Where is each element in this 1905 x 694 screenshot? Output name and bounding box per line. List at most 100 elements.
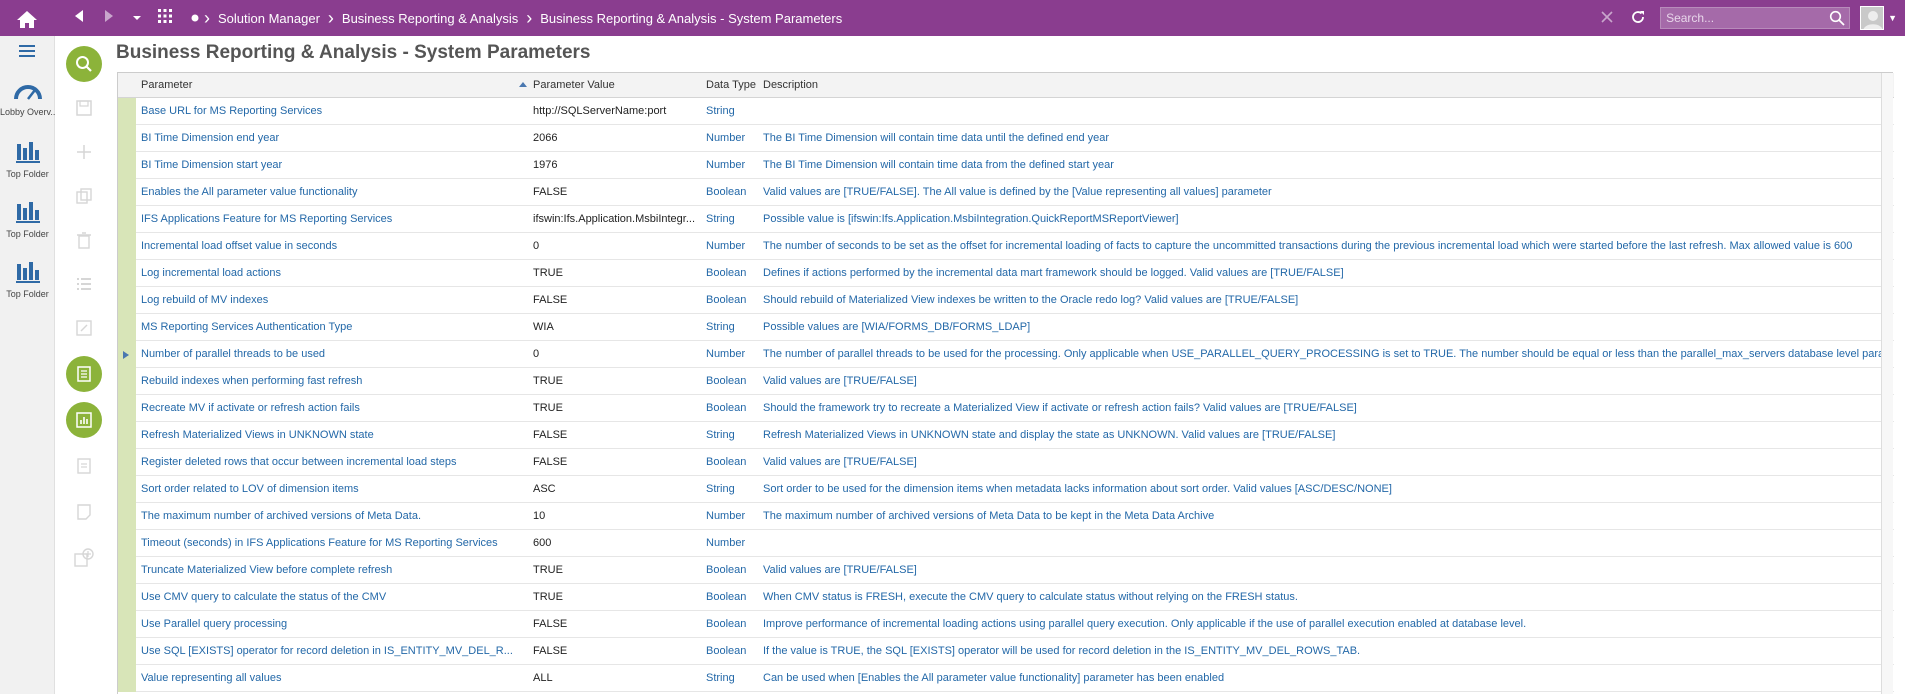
row-selector[interactable] xyxy=(118,314,136,341)
cell-parameter[interactable]: Rebuild indexes when performing fast ref… xyxy=(141,368,531,395)
table-row[interactable]: Register deleted rows that occur between… xyxy=(118,449,1894,476)
table-row[interactable]: The maximum number of archived versions … xyxy=(118,503,1894,530)
cell-parameter[interactable]: Use Parallel query processing xyxy=(141,611,531,638)
table-row[interactable]: BI Time Dimension end year 2066 Number The … xyxy=(118,125,1894,152)
row-selector[interactable] xyxy=(118,530,136,557)
search-icon[interactable] xyxy=(1829,10,1845,29)
details-tool-button[interactable] xyxy=(66,356,102,392)
table-row[interactable]: Base URL for MS Reporting Services http:/… xyxy=(118,98,1894,125)
chevron-down-icon[interactable]: ▼ xyxy=(1888,13,1897,23)
cell-parameter[interactable]: Incremental load offset value in seconds xyxy=(141,233,531,260)
row-selector[interactable] xyxy=(118,665,136,692)
list-icon[interactable] xyxy=(66,266,102,302)
column-header-parameter-value[interactable]: Parameter Value xyxy=(533,73,615,98)
column-header-data-type[interactable]: Data Type xyxy=(706,73,756,98)
row-selector[interactable] xyxy=(118,395,136,422)
row-selector[interactable] xyxy=(118,206,136,233)
table-row[interactable]: Incremental load offset value in seconds… xyxy=(118,233,1894,260)
table-row[interactable]: Enables the All parameter value function… xyxy=(118,179,1894,206)
cell-parameter[interactable]: IFS Applications Feature for MS Reportin… xyxy=(141,206,531,233)
sidebar-item-top-folder[interactable]: Top Folder xyxy=(0,200,55,239)
history-dropdown-icon[interactable] xyxy=(126,9,148,27)
row-selector[interactable] xyxy=(118,611,136,638)
table-row[interactable]: Recreate MV if activate or refresh actio… xyxy=(118,395,1894,422)
table-row[interactable]: IFS Applications Feature for MS Reportin… xyxy=(118,206,1894,233)
row-selector[interactable] xyxy=(118,503,136,530)
add-favorite-icon[interactable] xyxy=(66,540,102,576)
analysis-tool-button[interactable] xyxy=(66,402,102,438)
table-row[interactable]: Use CMV query to calculate the status of… xyxy=(118,584,1894,611)
cell-parameter[interactable]: Truncate Materialized View before comple… xyxy=(141,557,531,584)
home-icon[interactable] xyxy=(14,8,40,30)
table-row[interactable]: Rebuild indexes when performing fast ref… xyxy=(118,368,1894,395)
sidebar-item-top-folder[interactable]: Top Folder xyxy=(0,140,55,179)
add-icon[interactable] xyxy=(66,134,102,170)
cell-parameter[interactable]: Value representing all values xyxy=(141,665,531,692)
cell-parameter[interactable]: Recreate MV if activate or refresh actio… xyxy=(141,395,531,422)
breadcrumb-item[interactable]: Solution Manager xyxy=(218,11,320,26)
cell-parameter[interactable]: Sort order related to LOV of dimension i… xyxy=(141,476,531,503)
row-selector[interactable] xyxy=(118,98,136,125)
cell-parameter[interactable]: Timeout (seconds) in IFS Applications Fe… xyxy=(141,530,531,557)
row-selector[interactable] xyxy=(118,422,136,449)
row-selector[interactable] xyxy=(118,152,136,179)
table-row[interactable]: Number of parallel threads to be used 0 Nu… xyxy=(118,341,1894,368)
row-selector[interactable] xyxy=(118,557,136,584)
breadcrumb-item[interactable]: Business Reporting & Analysis xyxy=(342,11,518,26)
delete-icon[interactable] xyxy=(66,222,102,258)
table-row[interactable]: Refresh Materialized Views in UNKNOWN st… xyxy=(118,422,1894,449)
column-header-description[interactable]: Description xyxy=(763,73,818,98)
table-row[interactable]: Use Parallel query processing FALSE Boolea… xyxy=(118,611,1894,638)
apps-grid-icon[interactable] xyxy=(154,8,176,29)
cell-parameter[interactable]: Log rebuild of MV indexes xyxy=(141,287,531,314)
avatar[interactable] xyxy=(1860,6,1885,30)
table-row[interactable]: Sort order related to LOV of dimension i… xyxy=(118,476,1894,503)
duplicate-icon[interactable] xyxy=(66,178,102,214)
table-row[interactable]: Use SQL [EXISTS] operator for record del… xyxy=(118,638,1894,665)
search-input[interactable] xyxy=(1661,8,1822,28)
back-icon[interactable] xyxy=(68,9,90,28)
row-selector[interactable] xyxy=(118,125,136,152)
row-selector[interactable] xyxy=(118,449,136,476)
breadcrumb-item[interactable]: Business Reporting & Analysis - System P… xyxy=(540,11,842,26)
row-selector[interactable] xyxy=(118,233,136,260)
report-icon[interactable] xyxy=(66,448,102,484)
cell-parameter[interactable]: Refresh Materialized Views in UNKNOWN st… xyxy=(141,422,531,449)
forward-icon[interactable] xyxy=(98,9,120,28)
table-row[interactable]: Truncate Materialized View before comple… xyxy=(118,557,1894,584)
cell-parameter[interactable]: Register deleted rows that occur between… xyxy=(141,449,531,476)
cell-parameter[interactable]: BI Time Dimension start year xyxy=(141,152,531,179)
table-row[interactable]: MS Reporting Services Authentication Typ… xyxy=(118,314,1894,341)
row-selector[interactable] xyxy=(118,287,136,314)
row-selector[interactable] xyxy=(118,584,136,611)
sidebar-item-top-folder[interactable]: Top Folder xyxy=(0,260,55,299)
cell-parameter[interactable]: Use SQL [EXISTS] operator for record del… xyxy=(141,638,531,665)
cell-parameter[interactable]: MS Reporting Services Authentication Typ… xyxy=(141,314,531,341)
menu-icon[interactable] xyxy=(19,44,35,61)
table-row[interactable]: Value representing all values ALL String Ca… xyxy=(118,665,1894,692)
cell-parameter[interactable]: BI Time Dimension end year xyxy=(141,125,531,152)
sidebar-item-lobby[interactable]: Lobby Overv... xyxy=(0,80,58,117)
row-selector[interactable] xyxy=(118,179,136,206)
column-header-parameter[interactable]: Parameter xyxy=(141,73,192,98)
row-selector[interactable] xyxy=(118,260,136,287)
table-row[interactable]: BI Time Dimension start year 1976 Number Th… xyxy=(118,152,1894,179)
refresh-icon[interactable] xyxy=(1630,9,1646,28)
row-selector[interactable] xyxy=(118,638,136,665)
cell-parameter[interactable]: Use CMV query to calculate the status of… xyxy=(141,584,531,611)
table-row[interactable]: Log incremental load actions TRUE Boolean D… xyxy=(118,260,1894,287)
export-icon[interactable] xyxy=(66,310,102,346)
save-icon[interactable] xyxy=(66,90,102,126)
search-tool-button[interactable] xyxy=(66,46,102,82)
vertical-scrollbar[interactable] xyxy=(1881,73,1893,694)
cell-parameter[interactable]: Base URL for MS Reporting Services xyxy=(141,98,531,125)
row-selector[interactable] xyxy=(118,476,136,503)
cell-parameter[interactable]: Enables the All parameter value function… xyxy=(141,179,531,206)
cell-parameter[interactable]: Log incremental load actions xyxy=(141,260,531,287)
row-selector[interactable] xyxy=(118,368,136,395)
cell-parameter[interactable]: Number of parallel threads to be used xyxy=(141,341,531,368)
close-icon[interactable] xyxy=(1600,10,1614,27)
table-row[interactable]: Timeout (seconds) in IFS Applications Fe… xyxy=(118,530,1894,557)
cell-parameter[interactable]: The maximum number of archived versions … xyxy=(141,503,531,530)
table-row[interactable]: Log rebuild of MV indexes FALSE Boolean Sho… xyxy=(118,287,1894,314)
